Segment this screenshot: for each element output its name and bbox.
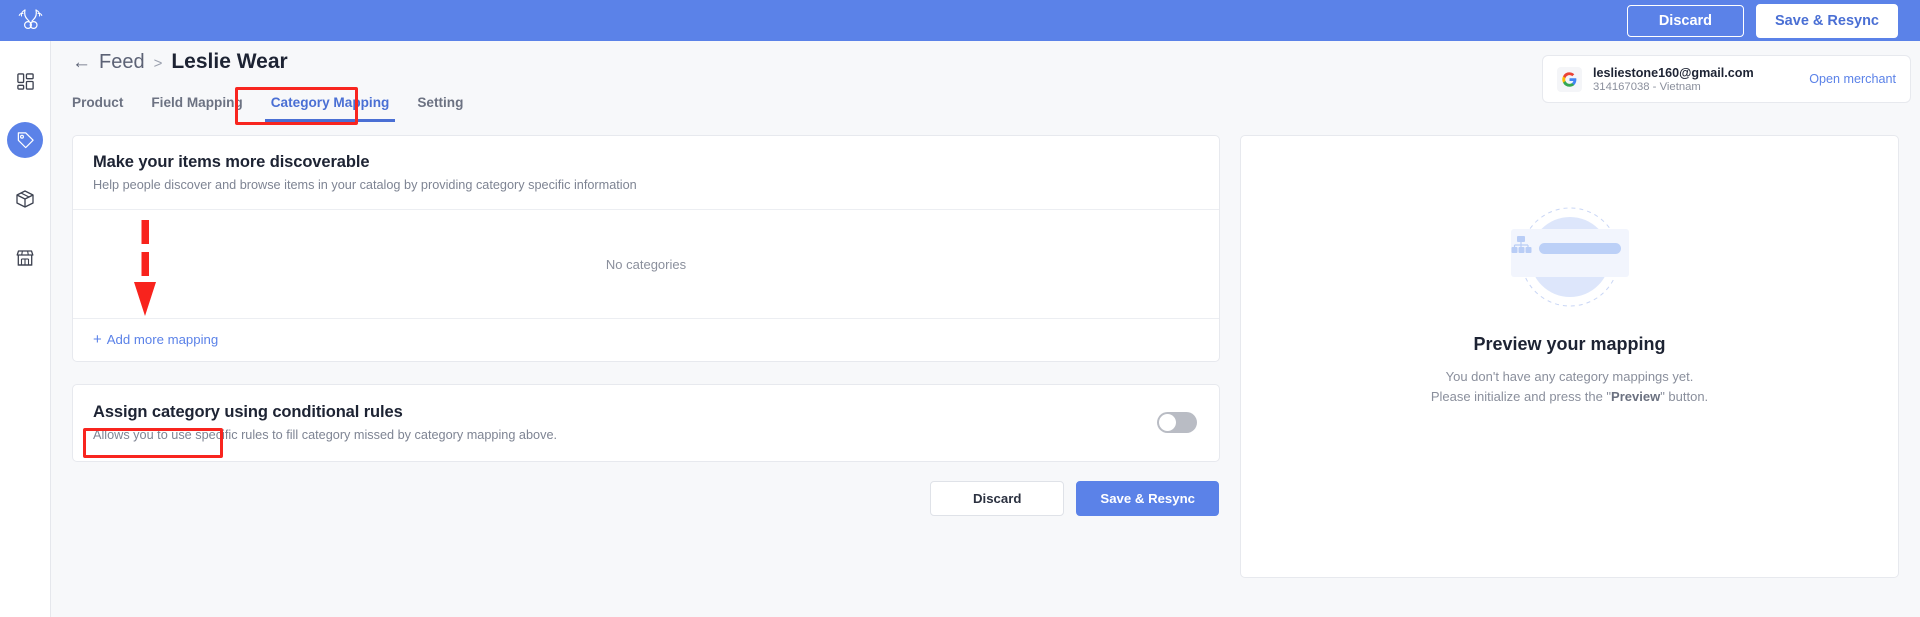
tab-field-mapping[interactable]: Field Mapping xyxy=(137,91,256,122)
discoverable-card: Make your items more discoverable Help p… xyxy=(72,135,1220,458)
breadcrumb: ← Feed > Leslie Wear xyxy=(72,50,288,74)
preview-desc-strong: Preview xyxy=(1611,388,1661,404)
conditional-rules-text: Assign category using conditional rules … xyxy=(93,403,557,442)
add-more-mapping-label: Add more mapping xyxy=(106,332,219,347)
breadcrumb-separator: > xyxy=(153,55,163,72)
tab-setting[interactable]: Setting xyxy=(403,91,477,122)
app-logo[interactable] xyxy=(0,0,61,41)
preview-desc-pre: Please initialize and press the " xyxy=(1430,388,1612,404)
merchant-account-card: lesliestone160@gmail.com 314167038 - Vie… xyxy=(1542,55,1911,103)
merchant-info: lesliestone160@gmail.com 314167038 - Vie… xyxy=(1593,66,1754,93)
breadcrumb-back-feed[interactable]: ← Feed xyxy=(72,51,145,74)
main-column: Make your items more discoverable Help p… xyxy=(72,135,1220,516)
content-area: ← Feed > Leslie Wear Product Field Mappi… xyxy=(51,41,1920,617)
merchant-account-id: 314167038 - Vietnam xyxy=(1593,80,1701,93)
preview-desc-line1: You don't have any category mappings yet… xyxy=(1445,369,1694,384)
discard-button-top[interactable]: Discard xyxy=(1626,4,1745,37)
conditional-rules-title: Assign category using conditional rules xyxy=(93,403,403,421)
google-g-icon xyxy=(1557,66,1582,92)
package-box-icon xyxy=(16,190,34,208)
preview-desc-line2: Please initialize and press the "Preview… xyxy=(1431,387,1708,407)
preview-description: You don't have any category mappings yet… xyxy=(1431,367,1708,406)
discoverable-card-header: Make your items more discoverable Help p… xyxy=(73,136,1219,209)
conditional-rules-subtitle: Allows you to use specific rules to fill… xyxy=(93,428,558,442)
sidebar-item-dashboard[interactable] xyxy=(7,63,43,99)
save-resync-button-bottom[interactable]: Save & Resync xyxy=(1076,481,1219,516)
tab-product[interactable]: Product xyxy=(72,91,137,122)
storefront-icon xyxy=(16,250,34,266)
footer-actions: Discard Save & Resync xyxy=(72,481,1220,516)
tab-category-mapping[interactable]: Category Mapping xyxy=(257,91,404,122)
top-bar: Discard Save & Resync xyxy=(0,0,1920,41)
toggle-knob xyxy=(1159,414,1176,431)
conditional-rules-card: Assign category using conditional rules … xyxy=(72,384,1220,462)
tab-bar: Product Field Mapping Category Mapping S… xyxy=(72,87,477,125)
no-categories-label: No categories xyxy=(605,256,687,272)
arrow-left-icon: ← xyxy=(72,52,91,73)
discard-button-bottom[interactable]: Discard xyxy=(930,481,1065,516)
top-bar-actions: Discard Save & Resync xyxy=(1626,3,1920,38)
preview-desc-post: " button. xyxy=(1660,388,1709,404)
conditional-rules-toggle[interactable] xyxy=(1157,412,1197,433)
dashboard-grid-icon xyxy=(16,72,34,90)
sidebar-item-feed[interactable] xyxy=(7,122,43,158)
sitemap-placeholder-illustration xyxy=(1510,207,1629,307)
preview-panel: Preview your mapping You don't have any … xyxy=(1240,135,1899,578)
discoverable-subtitle: Help people discover and browse items in… xyxy=(93,178,637,192)
save-resync-button-top[interactable]: Save & Resync xyxy=(1756,3,1898,38)
preview-title: Preview your mapping xyxy=(1473,334,1666,354)
tag-icon xyxy=(17,131,34,148)
sidebar xyxy=(0,41,51,617)
discoverable-title: Make your items more discoverable xyxy=(93,153,370,171)
breadcrumb-parent-label: Feed xyxy=(99,51,145,73)
page-title: Leslie Wear xyxy=(171,50,288,73)
antler-logo-icon xyxy=(18,9,43,30)
add-mapping-row: + Add more mapping xyxy=(73,319,1219,361)
sidebar-item-store[interactable] xyxy=(7,240,43,276)
app-root: Discard Save & Resync ← Feed > Leslie We… xyxy=(0,0,1920,617)
categories-empty-state: No categories xyxy=(73,210,1219,318)
open-merchant-link[interactable]: Open merchant xyxy=(1809,72,1896,86)
plus-icon: + xyxy=(93,331,102,348)
add-more-mapping-button[interactable]: + Add more mapping xyxy=(93,332,218,347)
merchant-email: lesliestone160@gmail.com xyxy=(1593,65,1754,80)
sidebar-item-products[interactable] xyxy=(7,181,43,217)
